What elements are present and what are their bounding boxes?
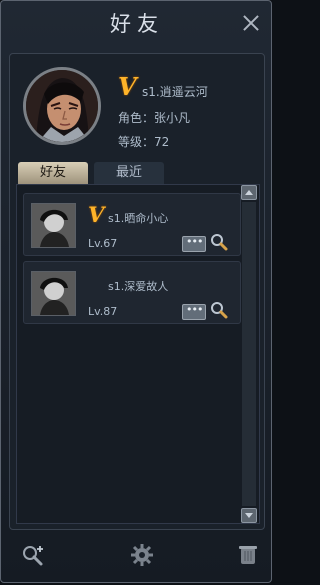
list-item[interactable]: V s1.晒命小心 Lv.67 bbox=[23, 193, 241, 256]
chat-icon[interactable] bbox=[182, 303, 206, 320]
friend-name: s1.晒命小心 bbox=[108, 212, 169, 225]
bottom-toolbar bbox=[1, 532, 273, 582]
vip-badge: V bbox=[118, 72, 137, 101]
window-title: 好友 bbox=[110, 12, 164, 36]
player-avatar bbox=[23, 67, 101, 145]
friends-panel: V s1.逍遥云河 角色：张小凡 等级：72 好友 最近 V s1.晒命小心 L… bbox=[9, 53, 265, 530]
friends-window: 好友 V s1.逍遥云河 角色：张小凡 等级：72 好友 最近 V s1.晒命小… bbox=[0, 0, 272, 583]
player-name: s1.逍遥云河 bbox=[142, 85, 208, 99]
close-icon[interactable] bbox=[241, 13, 261, 33]
friend-avatar bbox=[31, 203, 76, 248]
level-value: 72 bbox=[154, 135, 170, 149]
scroll-down-button[interactable] bbox=[241, 508, 257, 523]
search-icon[interactable] bbox=[210, 233, 228, 251]
role-label: 角色： bbox=[118, 111, 155, 125]
chat-icon[interactable] bbox=[182, 235, 206, 252]
tab-friends[interactable]: 好友 bbox=[18, 162, 88, 184]
scroll-track[interactable] bbox=[242, 202, 256, 506]
portrait-image bbox=[26, 70, 98, 142]
role-value: 张小凡 bbox=[154, 111, 191, 125]
friend-list: V s1.晒命小心 Lv.67 s1.深爱故人 Lv.87 bbox=[16, 184, 260, 524]
friend-name: s1.深爱故人 bbox=[108, 280, 169, 293]
list-item[interactable]: s1.深爱故人 Lv.87 bbox=[23, 261, 241, 324]
trash-icon[interactable] bbox=[235, 542, 261, 568]
friend-level: Lv.67 bbox=[88, 237, 118, 250]
search-icon[interactable] bbox=[210, 301, 228, 319]
tab-recent[interactable]: 最近 bbox=[94, 162, 164, 184]
scroll-up-button[interactable] bbox=[241, 185, 257, 200]
friend-level: Lv.87 bbox=[88, 305, 118, 318]
level-label: 等级： bbox=[118, 135, 155, 149]
friend-avatar bbox=[31, 271, 76, 316]
scrollbar[interactable] bbox=[241, 185, 257, 523]
add-friend-icon[interactable] bbox=[20, 542, 46, 568]
friend-vip-badge: V bbox=[88, 202, 105, 227]
settings-icon[interactable] bbox=[129, 542, 155, 568]
